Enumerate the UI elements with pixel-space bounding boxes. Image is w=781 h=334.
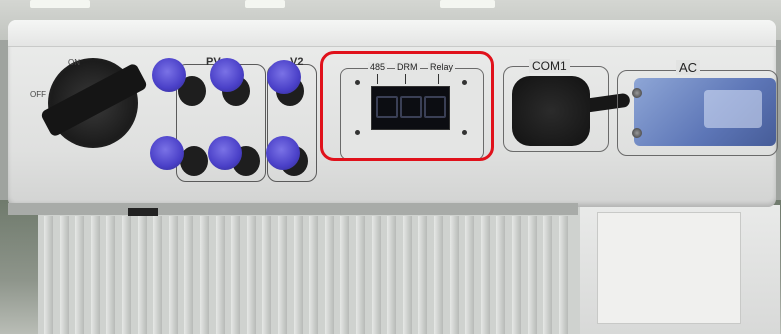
ac-label: AC bbox=[676, 60, 701, 75]
heatsink-fin bbox=[434, 216, 443, 334]
ac-screw bbox=[632, 128, 642, 138]
heatsink-fin bbox=[278, 216, 287, 334]
switch-on-label: ON bbox=[68, 58, 80, 67]
heatsink-fin bbox=[480, 216, 490, 334]
switch-off-label: OFF bbox=[30, 90, 46, 99]
heatsink-fin bbox=[168, 216, 178, 334]
mc4-connector-base bbox=[180, 146, 208, 176]
mc4-connector[interactable] bbox=[266, 136, 300, 170]
mc4-connector[interactable] bbox=[152, 58, 186, 92]
heatsink-fin bbox=[418, 216, 428, 334]
label-sticker bbox=[128, 208, 158, 216]
mc4-connector[interactable] bbox=[210, 58, 244, 92]
ac-screw bbox=[632, 88, 642, 98]
heatsink-fin bbox=[293, 216, 303, 334]
heatsink-fin bbox=[200, 216, 209, 334]
heatsink-fin bbox=[122, 216, 131, 334]
mc4-connector[interactable] bbox=[208, 136, 242, 170]
heatsink-fin bbox=[106, 216, 116, 334]
heatsink-fin bbox=[496, 216, 506, 334]
com1-plug[interactable] bbox=[512, 76, 590, 146]
heatsink-fin bbox=[387, 216, 397, 334]
heatsink-fin bbox=[402, 216, 412, 334]
ac-cover-window bbox=[704, 90, 762, 128]
heatsink-fin bbox=[137, 216, 147, 334]
red-highlight-box bbox=[320, 51, 494, 161]
heatsink-fin bbox=[512, 216, 521, 334]
heatsink-fin bbox=[153, 216, 163, 334]
enclosure-top-lip bbox=[8, 20, 776, 47]
mc4-connector[interactable] bbox=[267, 60, 301, 94]
heatsink-fin bbox=[231, 216, 241, 334]
heatsink-fin bbox=[246, 216, 256, 334]
ceiling-light bbox=[440, 0, 495, 8]
inverter-photo: ON OFF PV V2 485 DRM Relay COM1 AC bbox=[0, 0, 781, 334]
com1-label: COM1 bbox=[529, 59, 570, 73]
ceiling-light bbox=[245, 0, 285, 8]
heatsink-fin bbox=[527, 216, 537, 334]
ceiling-light bbox=[30, 0, 90, 8]
heatsink-fin bbox=[215, 216, 225, 334]
heatsink-fin bbox=[449, 216, 459, 334]
heatsink-fin bbox=[371, 216, 381, 334]
heatsink-fin bbox=[59, 216, 69, 334]
heatsink-fin bbox=[356, 216, 365, 334]
heatsink-fin bbox=[44, 216, 53, 334]
mc4-connector[interactable] bbox=[150, 136, 184, 170]
bracket-plate bbox=[597, 212, 741, 324]
heatsink-fin bbox=[324, 216, 334, 334]
enclosure-bottom-edge bbox=[8, 203, 578, 215]
heatsink-fin bbox=[75, 216, 85, 334]
heatsink-fin bbox=[340, 216, 350, 334]
heatsink-fin bbox=[543, 216, 553, 334]
heatsink-fin bbox=[558, 216, 568, 334]
heatsink-fin bbox=[465, 216, 475, 334]
heatsink-fin bbox=[262, 216, 272, 334]
heatsink-fin bbox=[90, 216, 100, 334]
heatsink-fin bbox=[184, 216, 194, 334]
heatsink-fin bbox=[309, 216, 319, 334]
